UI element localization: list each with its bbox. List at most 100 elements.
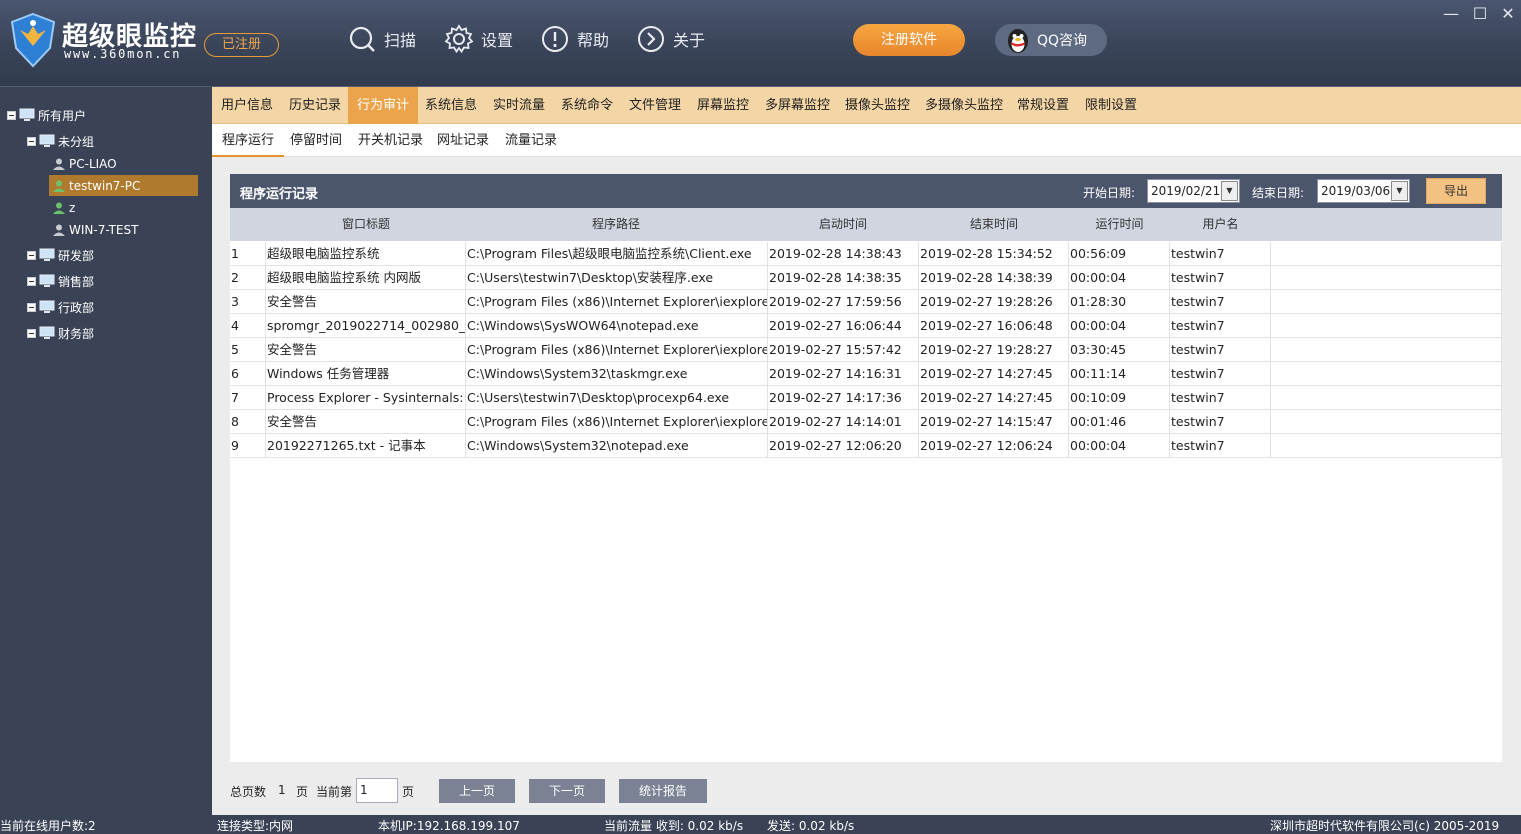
tree-group-ungrouped[interactable]: 未分组 bbox=[27, 131, 94, 151]
column-header[interactable]: 窗口标题 bbox=[266, 208, 466, 241]
table-row[interactable]: 8 安全警告 C:\Program Files (x86)\Internet Exp… bbox=[230, 410, 1502, 434]
tab-multi-camera[interactable]: 多摄像头监控 bbox=[916, 87, 1012, 124]
column-header[interactable]: 结束时间 bbox=[919, 208, 1069, 241]
alert-icon bbox=[542, 26, 568, 52]
tab-multi-screen[interactable]: 多屏幕监控 bbox=[756, 87, 839, 124]
minimize-button[interactable]: — bbox=[1440, 4, 1462, 24]
tree-item-win-7-test[interactable]: WIN-7-TEST bbox=[52, 220, 138, 240]
tab-restriction-settings[interactable]: 限制设置 bbox=[1076, 87, 1146, 124]
tab-camera[interactable]: 摄像头监控 bbox=[836, 87, 919, 124]
table-row[interactable]: 7 Process Explorer - Sysinternals: C:\User… bbox=[230, 386, 1502, 410]
nav-scan[interactable]: 扫描 bbox=[347, 22, 416, 56]
tab-user-info[interactable]: 用户信息 bbox=[212, 87, 282, 124]
table-row[interactable]: 9 20192271265.txt - 记事本 C:\Windows\System3… bbox=[230, 434, 1502, 458]
start-date-picker[interactable]: 2019/02/21 ▼ bbox=[1147, 179, 1240, 203]
table-body: 1 超级眼电脑监控系统 C:\Program Files\超级眼电脑监控系统\Cli… bbox=[230, 242, 1502, 458]
sub-tabbar: 程序运行 停留时间 开关机记录 网址记录 流量记录 bbox=[212, 124, 1521, 157]
current-page-input[interactable]: 1 bbox=[356, 778, 398, 803]
program-path-cell: C:\Program Files\超级眼电脑监控系统\Client.exe bbox=[466, 242, 768, 266]
tree-group-label: 未分组 bbox=[58, 134, 95, 149]
tab-behavior-audit[interactable]: 行为审计 bbox=[348, 87, 419, 124]
qq-consult-button[interactable]: QQ咨询 bbox=[995, 24, 1107, 56]
table-row[interactable]: 4 spromgr_2019022714_002980_ C:\Windows\Sy… bbox=[230, 314, 1502, 338]
empty-cell bbox=[1271, 338, 1502, 362]
register-button[interactable]: 注册软件 bbox=[853, 24, 965, 56]
row-index: 3 bbox=[230, 290, 266, 314]
main-tabbar: 用户信息 历史记录 行为审计 系统信息 实时流量 系统命令 文件管理 屏幕监控 … bbox=[212, 87, 1521, 124]
column-header[interactable]: 启动时间 bbox=[768, 208, 918, 241]
collapse-toggle-icon[interactable] bbox=[27, 136, 36, 146]
window-title-cell: 超级眼电脑监控系统 bbox=[266, 242, 466, 266]
stats-report-button[interactable]: 统计报告 bbox=[619, 779, 707, 803]
tab-file-manager[interactable]: 文件管理 bbox=[620, 87, 690, 124]
tree-group-admin[interactable]: 行政部 bbox=[27, 297, 94, 317]
subtab-stay-time[interactable]: 停留时间 bbox=[280, 124, 352, 157]
tree-group-label: 销售部 bbox=[58, 274, 95, 289]
tree-item-pc-liao[interactable]: PC-LIAO bbox=[52, 154, 117, 174]
empty-cell bbox=[1271, 314, 1502, 338]
empty-cell bbox=[1271, 266, 1502, 290]
tab-system-command[interactable]: 系统命令 bbox=[552, 87, 622, 124]
nav-help-label: 帮助 bbox=[577, 31, 610, 50]
close-button[interactable]: ✕ bbox=[1497, 4, 1519, 24]
collapse-toggle-icon[interactable] bbox=[7, 110, 16, 120]
tab-general-settings[interactable]: 常规设置 bbox=[1008, 87, 1078, 124]
collapse-toggle-icon[interactable] bbox=[27, 328, 36, 338]
tree-group-sales[interactable]: 销售部 bbox=[27, 271, 94, 291]
tree-group-rnd[interactable]: 研发部 bbox=[27, 245, 94, 265]
tab-system-info[interactable]: 系统信息 bbox=[416, 87, 486, 124]
table-row[interactable]: 1 超级眼电脑监控系统 C:\Program Files\超级眼电脑监控系统\Cli… bbox=[230, 242, 1502, 266]
copyright: 深圳市超时代软件有限公司(c) 2005-2019 bbox=[1270, 819, 1500, 833]
nav-settings[interactable]: 设置 bbox=[444, 22, 513, 56]
dropdown-arrow-icon[interactable]: ▼ bbox=[1221, 181, 1238, 201]
column-header[interactable]: 程序路径 bbox=[466, 208, 766, 241]
tree-group-finance[interactable]: 财务部 bbox=[27, 323, 94, 343]
end-date-label: 结束日期: bbox=[1252, 186, 1305, 200]
subtab-url-log[interactable]: 网址记录 bbox=[427, 124, 499, 157]
tab-screen-monitor[interactable]: 屏幕监控 bbox=[688, 87, 758, 124]
page-unit: 页 bbox=[402, 785, 415, 799]
username-cell: testwin7 bbox=[1170, 266, 1271, 290]
nav-about-label: 关于 bbox=[673, 31, 706, 50]
program-path-cell: C:\Program Files (x86)\Internet Explorer… bbox=[466, 290, 768, 314]
end-date-picker[interactable]: 2019/03/06 ▼ bbox=[1317, 179, 1410, 203]
duration-cell: 00:56:09 bbox=[1069, 242, 1170, 266]
duration-cell: 03:30:45 bbox=[1069, 338, 1170, 362]
start-time-cell: 2019-02-28 14:38:43 bbox=[768, 242, 919, 266]
collapse-toggle-icon[interactable] bbox=[27, 302, 36, 312]
tree-item-z[interactable]: z bbox=[52, 198, 75, 218]
maximize-button[interactable]: ☐ bbox=[1469, 4, 1491, 24]
nav-help[interactable]: 帮助 bbox=[540, 22, 609, 56]
column-header[interactable]: 运行时间 bbox=[1069, 208, 1170, 241]
row-index: 1 bbox=[230, 242, 266, 266]
page-unit: 页 bbox=[296, 785, 309, 799]
tab-realtime-traffic[interactable]: 实时流量 bbox=[484, 87, 554, 124]
computer-icon bbox=[39, 248, 55, 261]
export-button[interactable]: 导出 bbox=[1426, 178, 1486, 204]
tree-root[interactable]: 所有用户 bbox=[7, 105, 86, 125]
computer-icon bbox=[19, 108, 35, 121]
window-title-cell: 安全警告 bbox=[266, 290, 466, 314]
tree-item-label: z bbox=[69, 201, 76, 215]
next-page-button[interactable]: 下一页 bbox=[529, 779, 605, 803]
nav-about[interactable]: 关于 bbox=[636, 22, 705, 56]
prev-page-button[interactable]: 上一页 bbox=[439, 779, 515, 803]
subtab-power-log[interactable]: 开关机记录 bbox=[348, 124, 433, 157]
table-row[interactable]: 5 安全警告 C:\Program Files (x86)\Internet Exp… bbox=[230, 338, 1502, 362]
traffic-sent: 发送: 0.02 kb/s bbox=[767, 819, 855, 833]
dropdown-arrow-icon[interactable]: ▼ bbox=[1391, 181, 1408, 201]
end-time-cell: 2019-02-27 14:15:47 bbox=[919, 410, 1069, 434]
table-row[interactable]: 3 安全警告 C:\Program Files (x86)\Internet Exp… bbox=[230, 290, 1502, 314]
tab-history[interactable]: 历史记录 bbox=[280, 87, 350, 124]
subtab-traffic-log[interactable]: 流量记录 bbox=[495, 124, 567, 157]
start-time-cell: 2019-02-27 14:14:01 bbox=[768, 410, 919, 434]
table-row[interactable]: 6 Windows 任务管理器 C:\Windows\System32\taskmg… bbox=[230, 362, 1502, 386]
duration-cell: 00:11:14 bbox=[1069, 362, 1170, 386]
column-header[interactable]: 用户名 bbox=[1170, 208, 1271, 241]
table-row[interactable]: 2 超级眼电脑监控系统 内网版 C:\Users\testwin7\Desktop\… bbox=[230, 266, 1502, 290]
collapse-toggle-icon[interactable] bbox=[27, 250, 36, 260]
collapse-toggle-icon[interactable] bbox=[27, 276, 36, 286]
subtab-program-run[interactable]: 程序运行 bbox=[212, 124, 285, 157]
tree-item-testwin7-pc[interactable]: testwin7-PC bbox=[49, 175, 198, 196]
nav-scan-label: 扫描 bbox=[384, 31, 417, 50]
